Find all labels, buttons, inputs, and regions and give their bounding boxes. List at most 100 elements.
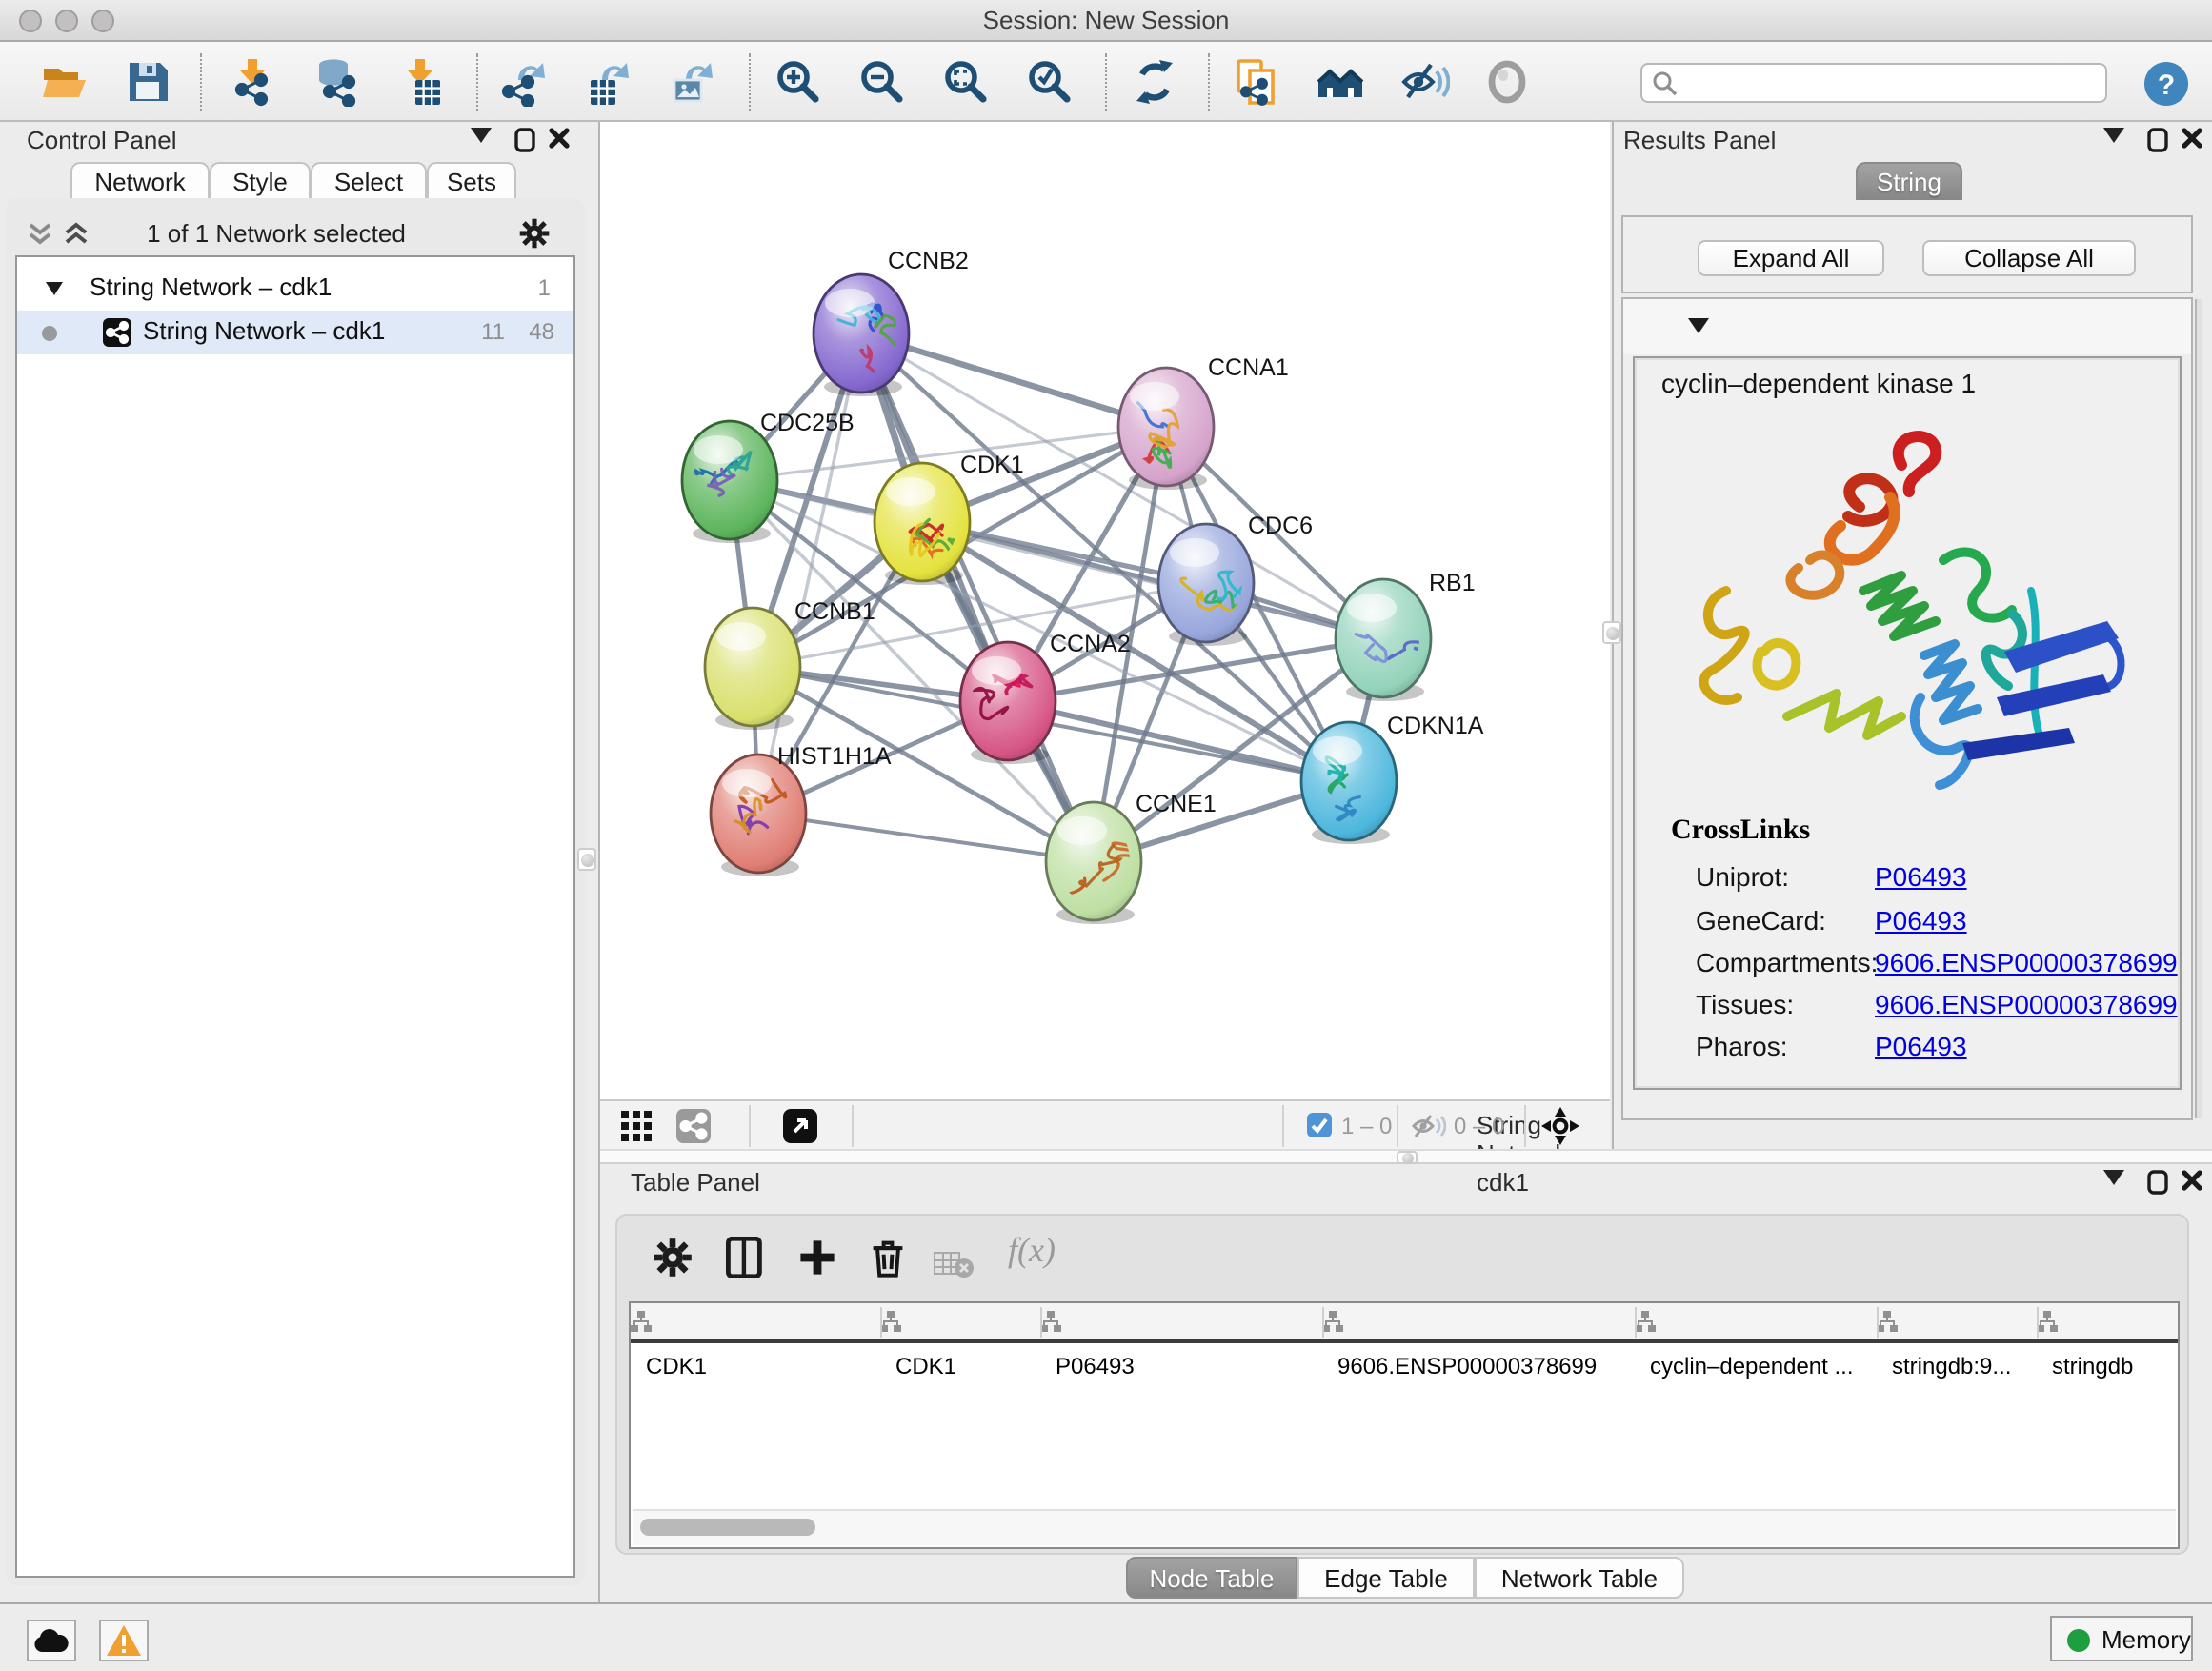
birds-eye-view-icon[interactable] [783, 1109, 817, 1143]
crosslink-uniprot-link[interactable]: P06493 [1875, 861, 1967, 892]
left-splitter-handle[interactable] [577, 848, 596, 871]
close-panel-icon[interactable] [2182, 1170, 2208, 1197]
table-cell[interactable]: 9606.ENSP00000378699 [1337, 1353, 1631, 1383]
selected-checkbox-icon[interactable] [1307, 1113, 1332, 1137]
right-splitter-handle[interactable] [1602, 621, 1621, 644]
close-panel-icon[interactable] [2182, 128, 2208, 154]
column-divider[interactable] [2037, 1307, 2039, 1338]
network-view-icon[interactable] [676, 1109, 711, 1143]
table-cell[interactable]: CDK1 [646, 1353, 876, 1383]
float-panel-icon[interactable] [2147, 1170, 2174, 1197]
show-all-icon[interactable] [1484, 57, 1538, 111]
export-network-icon[interactable] [499, 57, 553, 111]
crosslink-compartments-link[interactable]: 9606.ENSP00000378699 [1875, 947, 2178, 977]
collapse-all-button[interactable]: Collapse All [1922, 240, 2136, 276]
node-CCNE1[interactable] [1046, 802, 1141, 943]
section-collapse-arrow-icon[interactable] [1688, 318, 1709, 333]
fit-selected-icon[interactable] [1541, 1107, 1579, 1145]
node-CCNB2[interactable] [814, 274, 909, 396]
node-CDC25B[interactable] [682, 421, 777, 543]
search-field[interactable] [1640, 63, 2107, 103]
crosslink-genecard-link[interactable]: P06493 [1875, 905, 1967, 936]
column-divider[interactable] [880, 1307, 882, 1338]
panel-menu-icon[interactable] [2103, 128, 2130, 154]
network-collection-row[interactable]: String Network – cdk1 1 [17, 267, 573, 311]
table-cell[interactable]: stringdb [2052, 1353, 2174, 1383]
tab-network-table[interactable]: Network Table [1475, 1557, 1684, 1599]
save-session-icon[interactable] [124, 57, 177, 111]
refresh-view-icon[interactable] [1130, 57, 1183, 111]
show-columns-icon[interactable] [724, 1237, 766, 1278]
tab-string[interactable]: String [1856, 162, 1962, 200]
table-cell[interactable]: P06493 [1056, 1353, 1318, 1383]
grid-view-icon[interactable] [621, 1111, 654, 1143]
import-table-file-icon[interactable] [396, 57, 450, 111]
column-header-name[interactable] [880, 1303, 1040, 1339]
results-scrollbar[interactable] [2195, 299, 2202, 1118]
table-cell[interactable]: stringdb:9... [1892, 1353, 2033, 1383]
node-CDKN1A[interactable] [1301, 722, 1397, 844]
float-panel-icon[interactable] [2147, 128, 2174, 154]
column-header-databaseidentifier[interactable] [1322, 1303, 1635, 1339]
float-panel-icon[interactable] [514, 128, 541, 154]
open-folder-icon[interactable] [40, 57, 93, 111]
export-table-icon[interactable] [583, 57, 636, 111]
tab-network[interactable]: Network [70, 162, 210, 200]
table-horizontal-scrollbar[interactable] [633, 1509, 2176, 1545]
expand-all-button[interactable]: Expand All [1698, 240, 1884, 276]
export-image-icon[interactable] [667, 57, 720, 111]
warning-button[interactable] [99, 1620, 149, 1661]
panel-menu-icon[interactable] [2103, 1170, 2130, 1197]
scrollbar-thumb[interactable] [640, 1519, 815, 1536]
import-network-file-icon[interactable] [229, 57, 282, 111]
table-gear-icon[interactable] [652, 1237, 694, 1278]
delete-column-icon[interactable] [867, 1237, 909, 1278]
import-network-database-icon[interactable] [312, 57, 366, 111]
tab-node-table[interactable]: Node Table [1126, 1557, 1297, 1599]
network-row-selected[interactable]: String Network – cdk1 11 48 [17, 311, 573, 354]
crosslink-pharos-link[interactable]: P06493 [1875, 1031, 1967, 1061]
column-header-namespace[interactable] [2037, 1303, 2178, 1339]
table-cell[interactable]: CDK1 [895, 1353, 1036, 1383]
column-divider[interactable] [1877, 1307, 1879, 1338]
node-CCNA1[interactable] [1118, 368, 1214, 490]
table-cell[interactable]: cyclin–dependent ... [1650, 1353, 1873, 1383]
column-header-id[interactable] [1877, 1303, 2037, 1339]
tab-style[interactable]: Style [210, 162, 311, 200]
collapse-arrow-icon[interactable] [46, 282, 63, 295]
tab-edge-table[interactable]: Edge Table [1297, 1557, 1475, 1599]
hide-selected-icon[interactable] [1400, 57, 1454, 111]
duplicate-network-icon[interactable] [1233, 57, 1286, 111]
add-column-icon[interactable] [796, 1237, 838, 1278]
search-input[interactable] [1684, 67, 2100, 99]
crosslinks-heading: CrossLinks [1671, 815, 1810, 848]
column-divider[interactable] [1635, 1307, 1637, 1338]
cloud-status-button[interactable] [27, 1620, 76, 1661]
tab-sets[interactable]: Sets [427, 162, 516, 200]
zoom-fit-icon[interactable] [941, 57, 995, 111]
column-header-sharedname[interactable] [631, 1303, 880, 1339]
first-neighbors-icon[interactable] [1317, 57, 1370, 111]
network-canvas[interactable]: CCNB2CCNA1CDC25BCDK1CDC6RB1CCNB1CCNA2CDK… [600, 122, 1610, 1099]
column-header-canonicalname[interactable] [1040, 1303, 1322, 1339]
crosslink-tissues-link[interactable]: 9606.ENSP00000378699 [1875, 989, 2178, 1019]
horizontal-splitter-handle[interactable] [1397, 1151, 1418, 1164]
memory-button[interactable]: Memory [2050, 1616, 2193, 1661]
zoom-out-icon[interactable] [857, 57, 911, 111]
close-panel-icon[interactable] [549, 128, 575, 154]
column-divider[interactable] [1322, 1307, 1324, 1338]
zoom-in-icon[interactable] [774, 57, 827, 111]
panel-menu-icon[interactable] [471, 128, 497, 154]
protein-section-header[interactable]: CDK1 [1623, 299, 2191, 354]
column-header-description[interactable] [1635, 1303, 1877, 1339]
node-table[interactable]: CDK1 CDK1 P06493 9606.ENSP00000378699 cyclin… [629, 1301, 2180, 1549]
node-HIST1H1A[interactable] [711, 755, 806, 876]
gear-icon[interactable] [518, 217, 551, 250]
divider [1524, 1105, 1526, 1147]
help-button[interactable]: ? [2142, 59, 2195, 112]
tab-select[interactable]: Select [311, 162, 427, 200]
node-RB1[interactable] [1336, 579, 1431, 701]
column-divider[interactable] [1040, 1307, 1042, 1338]
zoom-selected-icon[interactable] [1025, 57, 1078, 111]
node-CCNB1[interactable] [705, 608, 800, 730]
